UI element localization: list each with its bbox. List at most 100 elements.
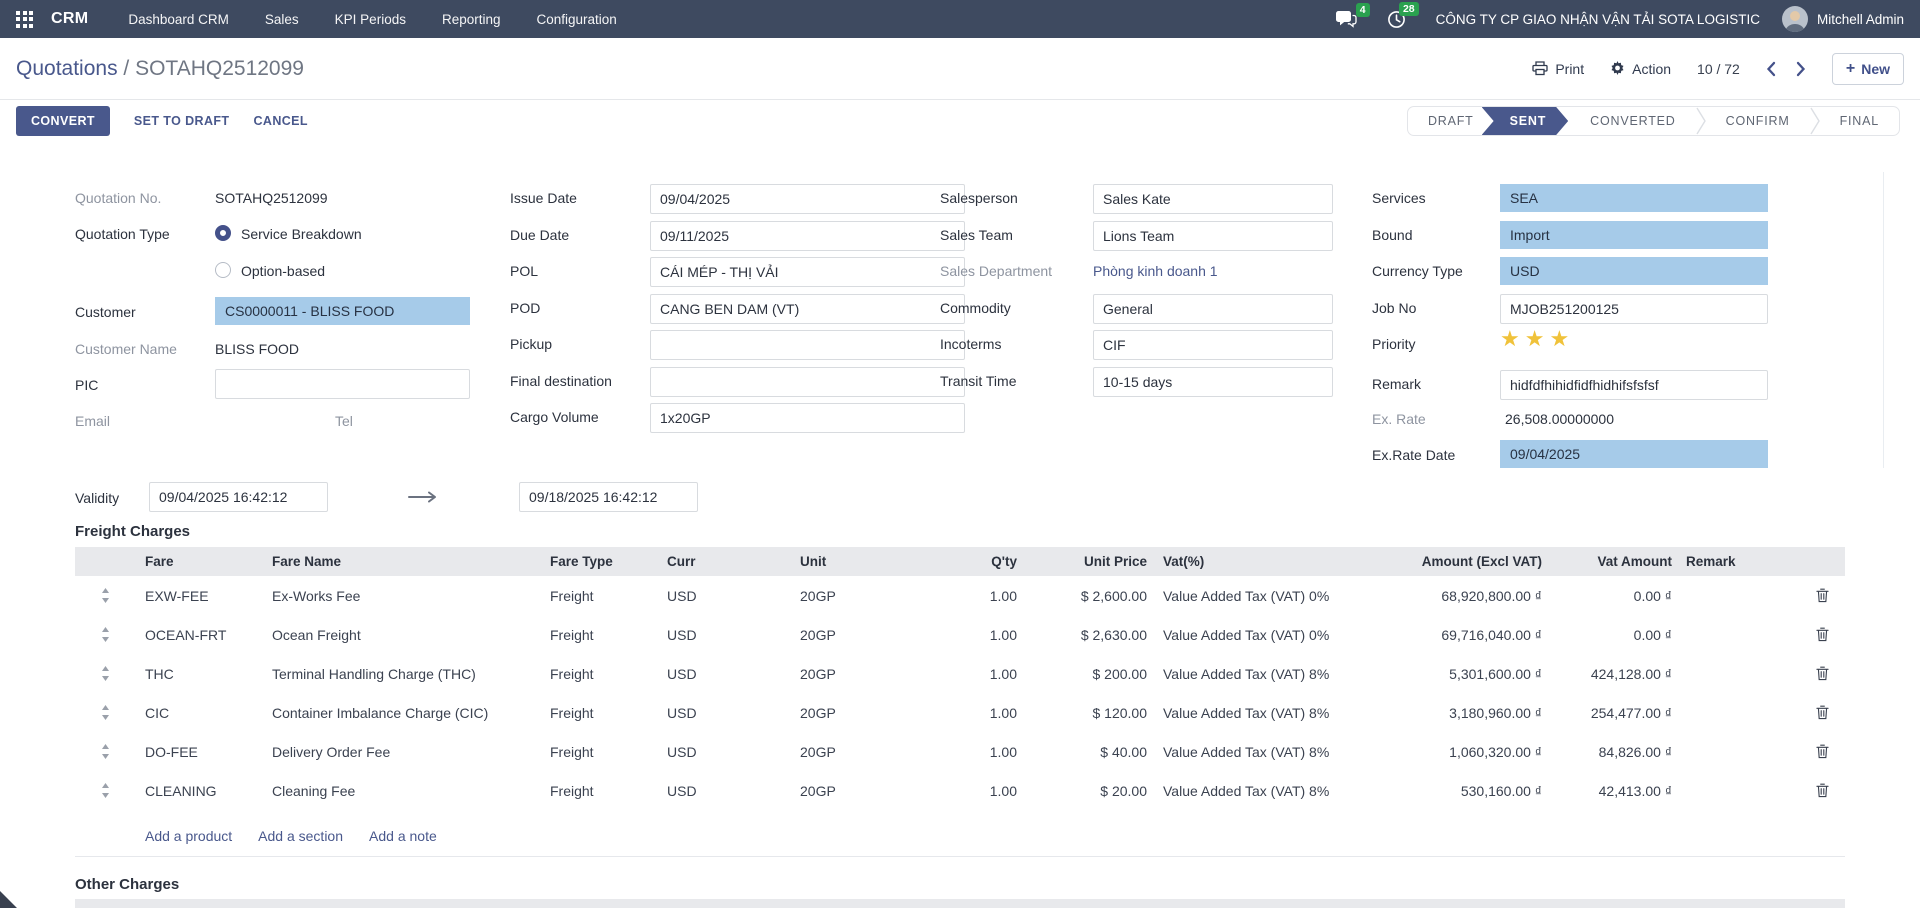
add-product-link[interactable]: Add a product — [145, 828, 232, 844]
pager-previous-icon[interactable] — [1766, 61, 1776, 77]
stage-sent[interactable]: SENT — [1482, 107, 1569, 135]
menu-sales[interactable]: Sales — [265, 12, 299, 27]
pickup-label: Pickup — [510, 336, 552, 352]
drag-handle-icon[interactable] — [75, 705, 135, 720]
final-destination-input[interactable] — [650, 367, 965, 397]
new-button[interactable]: +New — [1832, 53, 1904, 85]
final-destination-label: Final destination — [510, 373, 612, 389]
delete-row-icon[interactable] — [1800, 588, 1845, 603]
breadcrumb: Quotations / SOTAHQ2512099 — [16, 57, 304, 81]
salesperson-input[interactable]: Sales Kate — [1093, 184, 1333, 214]
print-button[interactable]: Print — [1532, 61, 1584, 77]
remark-input[interactable]: hidfdfhihidfidfhidhifsfsfsf — [1500, 370, 1768, 400]
delete-row-icon[interactable] — [1800, 627, 1845, 642]
set-to-draft-button[interactable]: SET TO DRAFT — [134, 114, 230, 128]
action-button[interactable]: Action — [1610, 61, 1671, 77]
delete-row-icon[interactable] — [1800, 783, 1845, 798]
add-section-link[interactable]: Add a section — [258, 828, 343, 844]
pickup-input[interactable] — [650, 330, 965, 360]
delete-row-icon[interactable] — [1800, 744, 1845, 759]
validity-to-input[interactable]: 09/18/2025 16:42:12 — [519, 482, 698, 512]
statusbar: DRAFT SENT CONVERTED CONFIRM FINAL — [1407, 106, 1900, 136]
add-note-link[interactable]: Add a note — [369, 828, 437, 844]
radio-service-breakdown-label[interactable]: Service Breakdown — [241, 226, 362, 242]
freight-table-row: EXW-FEE Ex-Works Fee Freight USD 20GP 1.… — [75, 576, 1845, 615]
job-no-input[interactable]: MJOB251200125 — [1500, 294, 1768, 324]
freight-table-body: EXW-FEE Ex-Works Fee Freight USD 20GP 1.… — [75, 576, 1845, 810]
validity-from-input[interactable]: 09/04/2025 16:42:12 — [149, 482, 328, 512]
activities-clock-icon[interactable]: 28 — [1387, 10, 1406, 29]
due-date-input[interactable]: 09/11/2025 — [650, 221, 965, 251]
column-divider — [1883, 172, 1884, 468]
sales-team-input[interactable]: Lions Team — [1093, 221, 1333, 251]
stage-final[interactable]: FINAL — [1820, 107, 1899, 135]
menu-kpi-periods[interactable]: KPI Periods — [335, 12, 406, 27]
pic-input[interactable] — [215, 369, 470, 399]
gear-icon — [1610, 61, 1625, 76]
incoterms-input[interactable]: CIF — [1093, 330, 1333, 360]
ex-rate-date-field[interactable]: 09/04/2025 — [1500, 440, 1768, 468]
stage-confirm[interactable]: CONFIRM — [1706, 107, 1810, 135]
validity-arrow-icon — [408, 490, 438, 508]
pod-label: POD — [510, 300, 540, 316]
email-label: Email — [75, 413, 110, 429]
sales-department-link[interactable]: Phòng kinh doanh 1 — [1093, 263, 1218, 279]
freight-table-row: CLEANING Cleaning Fee Freight USD 20GP 1… — [75, 771, 1845, 810]
form-statusbar-row: CONVERT SET TO DRAFT CANCEL DRAFT SENT C… — [0, 100, 1920, 142]
customer-field[interactable]: CS0000011 - BLISS FOOD — [215, 297, 470, 325]
top-nav-bar: CRM Dashboard CRM Sales KPI Periods Repo… — [0, 0, 1920, 38]
transit-time-label: Transit Time — [940, 373, 1017, 389]
menu-configuration[interactable]: Configuration — [537, 12, 617, 27]
validity-label: Validity — [75, 490, 119, 506]
radio-option-based[interactable] — [215, 262, 231, 278]
issue-date-label: Issue Date — [510, 190, 577, 206]
control-panel: Quotations / SOTAHQ2512099 Print Action … — [0, 38, 1920, 100]
menu-reporting[interactable]: Reporting — [442, 12, 501, 27]
radio-service-breakdown[interactable] — [215, 225, 231, 241]
menu-dashboard-crm[interactable]: Dashboard CRM — [128, 12, 229, 27]
issue-date-input[interactable]: 09/04/2025 — [650, 184, 965, 214]
messages-icon[interactable]: 4 — [1336, 11, 1357, 28]
convert-button[interactable]: CONVERT — [16, 106, 110, 136]
delete-row-icon[interactable] — [1800, 666, 1845, 681]
stage-converted[interactable]: CONVERTED — [1564, 107, 1695, 135]
drag-handle-icon[interactable] — [75, 666, 135, 681]
sales-department-label: Sales Department — [940, 263, 1052, 279]
company-name[interactable]: CÔNG TY CP GIAO NHẬN VẬN TẢI SOTA LOGIST… — [1436, 12, 1760, 27]
freight-table-row: THC Terminal Handling Charge (THC) Freig… — [75, 654, 1845, 693]
tel-label: Tel — [335, 413, 353, 429]
cancel-button[interactable]: CANCEL — [253, 114, 307, 128]
drag-handle-icon[interactable] — [75, 783, 135, 798]
quotation-no-label: Quotation No. — [75, 190, 161, 206]
commodity-input[interactable]: General — [1093, 294, 1333, 324]
drag-handle-icon[interactable] — [75, 588, 135, 603]
table-add-links: Add a product Add a section Add a note — [145, 828, 437, 844]
activities-badge: 28 — [1399, 2, 1419, 16]
radio-option-based-label[interactable]: Option-based — [241, 263, 325, 279]
pager-next-icon[interactable] — [1796, 61, 1806, 77]
record-pager: 10 / 72 — [1697, 61, 1740, 77]
priority-stars[interactable]: ★★★ — [1500, 326, 1574, 352]
discuss-corner-handle[interactable] — [0, 891, 17, 908]
salesperson-label: Salesperson — [940, 190, 1018, 206]
drag-handle-icon[interactable] — [75, 744, 135, 759]
user-name[interactable]: Mitchell Admin — [1817, 12, 1904, 27]
pod-input[interactable]: CANG BEN DAM (VT) — [650, 294, 965, 324]
cargo-volume-input[interactable]: 1x20GP — [650, 403, 965, 433]
app-name[interactable]: CRM — [51, 10, 88, 28]
ex-rate-value: 26,508.00000000 — [1505, 411, 1614, 427]
drag-handle-icon[interactable] — [75, 627, 135, 642]
delete-row-icon[interactable] — [1800, 705, 1845, 720]
customer-label: Customer — [75, 304, 136, 320]
currency-type-label: Currency Type — [1372, 263, 1463, 279]
currency-type-field[interactable]: USD — [1500, 257, 1768, 285]
pol-input[interactable]: CÁI MÉP - THỊ VẢI — [650, 257, 965, 287]
pic-label: PIC — [75, 377, 98, 393]
transit-time-input[interactable]: 10-15 days — [1093, 367, 1333, 397]
stage-draft[interactable]: DRAFT — [1408, 107, 1494, 135]
breadcrumb-quotations[interactable]: Quotations — [16, 57, 118, 80]
bound-field[interactable]: Import — [1500, 221, 1768, 249]
apps-grid-icon[interactable] — [16, 11, 33, 28]
user-avatar[interactable] — [1782, 6, 1808, 32]
services-field[interactable]: SEA — [1500, 184, 1768, 212]
